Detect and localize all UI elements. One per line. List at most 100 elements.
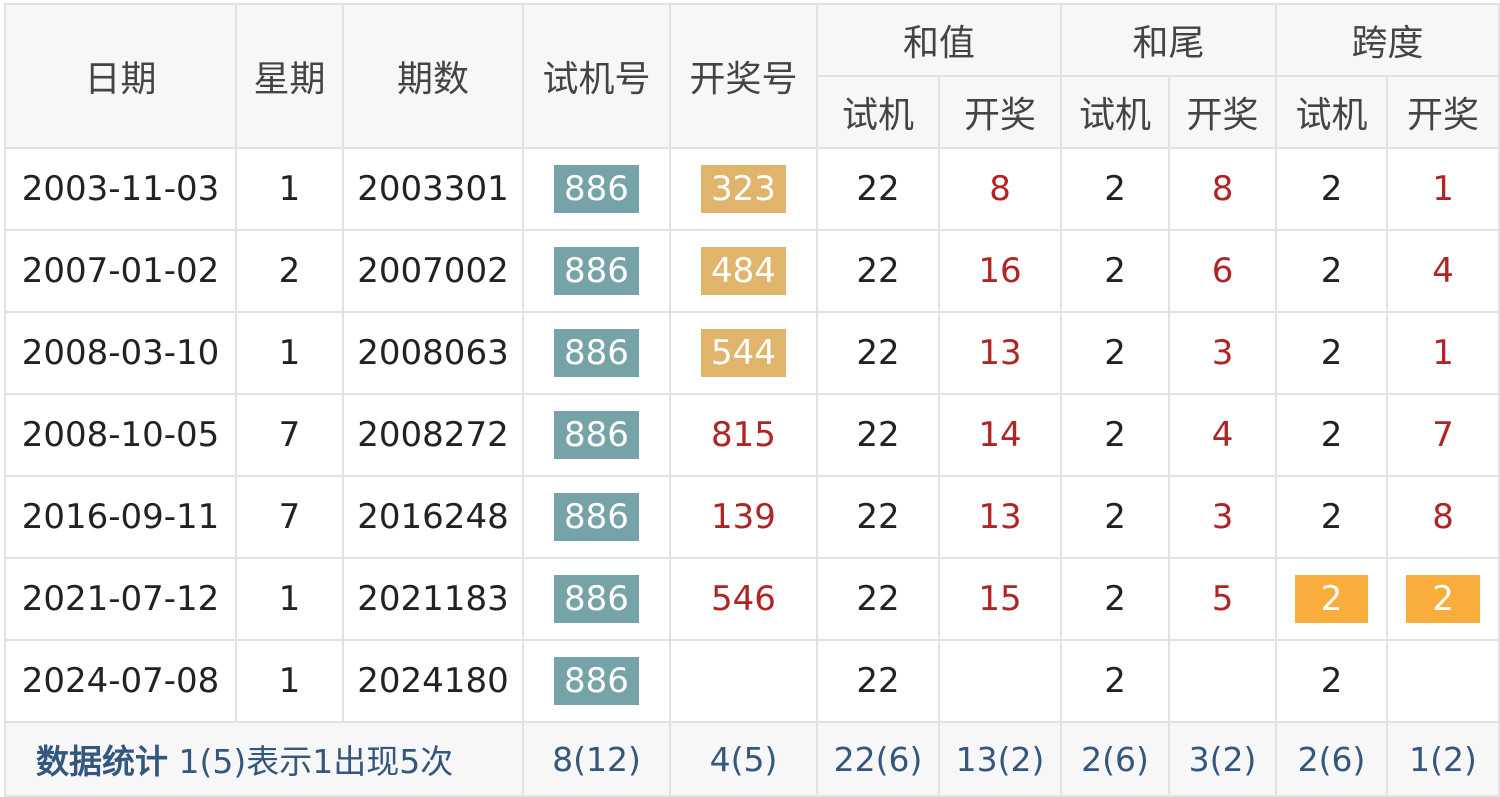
- cell-period: 2008063: [342, 311, 524, 395]
- cell-tail-draw: 6: [1168, 229, 1278, 313]
- cell-test-number: 886: [522, 229, 671, 313]
- cell-weekday: 1: [235, 147, 344, 231]
- header-date: 日期: [4, 3, 237, 149]
- stats-test-number: 8(12): [522, 721, 671, 797]
- cell-weekday: 1: [235, 557, 344, 641]
- cell-tail-draw: 8: [1168, 147, 1278, 231]
- cell-date: 2016-09-11: [4, 475, 237, 559]
- cell-span-draw: 2: [1386, 557, 1500, 641]
- cell-sum-test: 22: [816, 475, 940, 559]
- stats-sum-draw: 13(2): [937, 721, 1063, 797]
- cell-draw-number: [669, 639, 818, 723]
- cell-span-draw: 4: [1386, 229, 1500, 313]
- cell-draw-number: 323: [669, 147, 818, 231]
- table-row: 2003-11-03 1 2003301 886 323 22 8 2 8 2 …: [4, 147, 1500, 231]
- stats-span-draw: 1(2): [1386, 721, 1500, 797]
- test-number-badge: 886: [554, 493, 639, 541]
- header-sum-draw: 开奖: [937, 75, 1063, 149]
- header-row-top: 日期 星期 期数 试机号 开奖号 和值 和尾 跨度: [4, 3, 1500, 149]
- header-draw-number: 开奖号: [669, 3, 818, 149]
- table-row: 2016-09-11 7 2016248 886 139 22 13 2 3 2…: [4, 475, 1500, 559]
- cell-span-test: 2: [1275, 393, 1389, 477]
- cell-span-test: 2: [1275, 475, 1389, 559]
- cell-tail-test: 2: [1060, 639, 1171, 723]
- cell-sum-draw: [937, 639, 1063, 723]
- header-span-test: 试机: [1275, 75, 1389, 149]
- cell-draw-number: 544: [669, 311, 818, 395]
- cell-sum-test: 22: [816, 229, 940, 313]
- table-row: 2007-01-02 2 2007002 886 484 22 16 2 6 2…: [4, 229, 1500, 313]
- cell-span-test: 2: [1275, 311, 1389, 395]
- cell-tail-test: 2: [1060, 147, 1171, 231]
- cell-sum-draw: 15: [937, 557, 1063, 641]
- cell-test-number: 886: [522, 311, 671, 395]
- stats-label-cell: 数据统计 1(5)表示1出现5次: [4, 721, 524, 797]
- cell-tail-test: 2: [1060, 557, 1171, 641]
- header-test-number: 试机号: [522, 3, 671, 149]
- table-row: 2008-03-10 1 2008063 886 544 22 13 2 3 2…: [4, 311, 1500, 395]
- cell-sum-draw: 8: [937, 147, 1063, 231]
- header-period: 期数: [342, 3, 524, 149]
- cell-draw-number: 139: [669, 475, 818, 559]
- test-number-badge: 886: [554, 165, 639, 213]
- cell-period: 2008272: [342, 393, 524, 477]
- lottery-history-table: 日期 星期 期数 试机号 开奖号 和值 和尾 跨度 试机 开奖 试机 开奖 试机…: [4, 3, 1500, 797]
- span-match-badge: 2: [1294, 575, 1369, 623]
- cell-weekday: 7: [235, 393, 344, 477]
- stats-span-test: 2(6): [1275, 721, 1389, 797]
- cell-span-draw: 1: [1386, 311, 1500, 395]
- cell-date: 2007-01-02: [4, 229, 237, 313]
- cell-sum-draw: 13: [937, 475, 1063, 559]
- cell-date: 2008-03-10: [4, 311, 237, 395]
- cell-test-number: 886: [522, 639, 671, 723]
- cell-period: 2024180: [342, 639, 524, 723]
- cell-weekday: 2: [235, 229, 344, 313]
- cell-tail-draw: 4: [1168, 393, 1278, 477]
- cell-test-number: 886: [522, 475, 671, 559]
- stats-title: 数据统计: [36, 742, 168, 781]
- test-number-badge: 886: [554, 247, 639, 295]
- test-number-badge: 886: [554, 411, 639, 459]
- header-sum-test: 试机: [816, 75, 940, 149]
- cell-span-test: 2: [1275, 557, 1389, 641]
- cell-tail-draw: 3: [1168, 311, 1278, 395]
- cell-test-number: 886: [522, 147, 671, 231]
- cell-span-draw: 1: [1386, 147, 1500, 231]
- cell-span-draw: 7: [1386, 393, 1500, 477]
- cell-sum-test: 22: [816, 311, 940, 395]
- test-number-badge: 886: [554, 329, 639, 377]
- cell-period: 2021183: [342, 557, 524, 641]
- cell-draw-number: 815: [669, 393, 818, 477]
- cell-sum-draw: 13: [937, 311, 1063, 395]
- table-row: 2008-10-05 7 2008272 886 815 22 14 2 4 2…: [4, 393, 1500, 477]
- test-number-badge: 886: [554, 657, 639, 705]
- cell-span-draw: [1386, 639, 1500, 723]
- table-row: 2024-07-08 1 2024180 886 22 2 2: [4, 639, 1500, 723]
- cell-tail-draw: 3: [1168, 475, 1278, 559]
- cell-sum-test: 22: [816, 393, 940, 477]
- header-span-draw: 开奖: [1386, 75, 1500, 149]
- cell-weekday: 7: [235, 475, 344, 559]
- header-tail-draw: 开奖: [1168, 75, 1278, 149]
- cell-tail-test: 2: [1060, 475, 1171, 559]
- stats-sum-test: 22(6): [816, 721, 940, 797]
- cell-tail-draw: 5: [1168, 557, 1278, 641]
- cell-tail-test: 2: [1060, 229, 1171, 313]
- cell-date: 2021-07-12: [4, 557, 237, 641]
- cell-span-test: 2: [1275, 229, 1389, 313]
- cell-period: 2016248: [342, 475, 524, 559]
- cell-period: 2007002: [342, 229, 524, 313]
- cell-draw-number: 546: [669, 557, 818, 641]
- stats-tail-draw: 3(2): [1168, 721, 1278, 797]
- cell-span-draw: 8: [1386, 475, 1500, 559]
- stats-note: 1(5)表示1出现5次: [178, 742, 454, 781]
- cell-weekday: 1: [235, 311, 344, 395]
- cell-sum-test: 22: [816, 557, 940, 641]
- stats-row: 数据统计 1(5)表示1出现5次 8(12) 4(5) 22(6) 13(2) …: [4, 721, 1500, 797]
- cell-sum-test: 22: [816, 147, 940, 231]
- cell-span-test: 2: [1275, 147, 1389, 231]
- cell-date: 2003-11-03: [4, 147, 237, 231]
- cell-date: 2024-07-08: [4, 639, 237, 723]
- cell-date: 2008-10-05: [4, 393, 237, 477]
- header-weekday: 星期: [235, 3, 344, 149]
